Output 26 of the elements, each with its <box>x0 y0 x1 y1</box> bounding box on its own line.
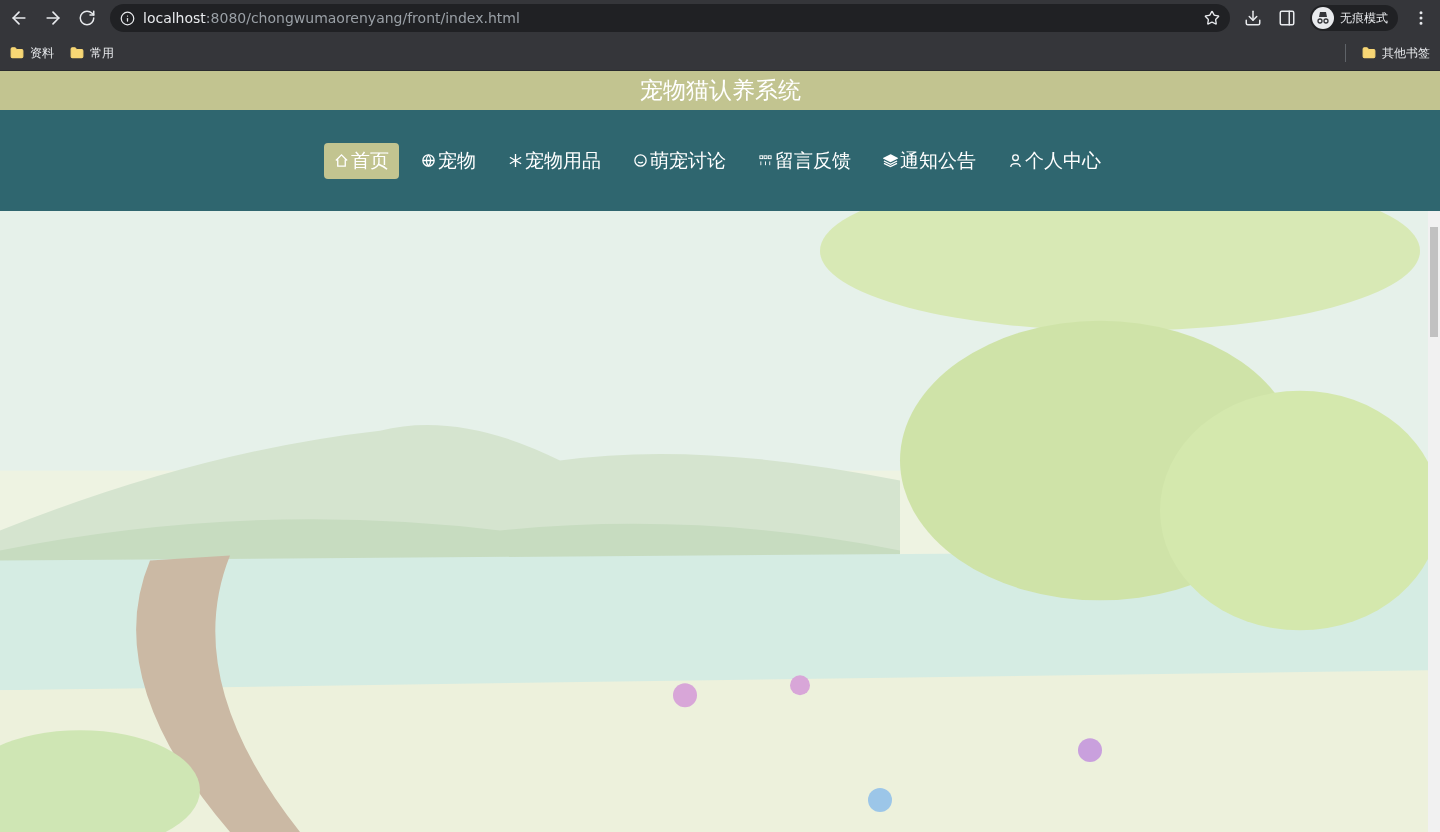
layers-icon <box>882 153 898 168</box>
nav-link[interactable]: 留言反馈 <box>747 142 861 179</box>
bookmark[interactable]: 常用 <box>70 44 114 62</box>
folder-icon <box>1362 46 1376 60</box>
smiley-icon <box>632 153 648 168</box>
folder-icon <box>70 46 84 60</box>
address-bar[interactable]: localhost:8080/chongwumaorenyang/front/index.html <box>110 4 1230 32</box>
site-title: 宠物猫认养系统 <box>639 76 801 105</box>
grid-icon <box>757 153 773 168</box>
nav-link[interactable]: 宠物 <box>410 142 486 179</box>
nav-link[interactable]: 通知公告 <box>872 142 986 179</box>
nav-link[interactable]: 宠物用品 <box>497 142 611 179</box>
nav-link[interactable]: 个人中心 <box>997 142 1111 179</box>
star-icon[interactable] <box>1204 10 1220 26</box>
snowflake-icon <box>507 153 523 168</box>
globe-icon <box>420 153 436 168</box>
folder-icon <box>10 46 24 60</box>
scrollbar[interactable] <box>1428 211 1440 832</box>
home-icon <box>333 153 349 168</box>
info-icon[interactable] <box>120 10 135 26</box>
user-icon <box>1007 153 1023 168</box>
incognito-icon <box>1312 7 1334 29</box>
nav-link[interactable]: 萌宠讨论 <box>622 142 736 179</box>
bookmark[interactable]: 资料 <box>10 44 54 62</box>
bookmark[interactable]: 其他书签 <box>1362 44 1430 62</box>
profile-button[interactable]: 无痕模式 <box>1310 5 1398 31</box>
